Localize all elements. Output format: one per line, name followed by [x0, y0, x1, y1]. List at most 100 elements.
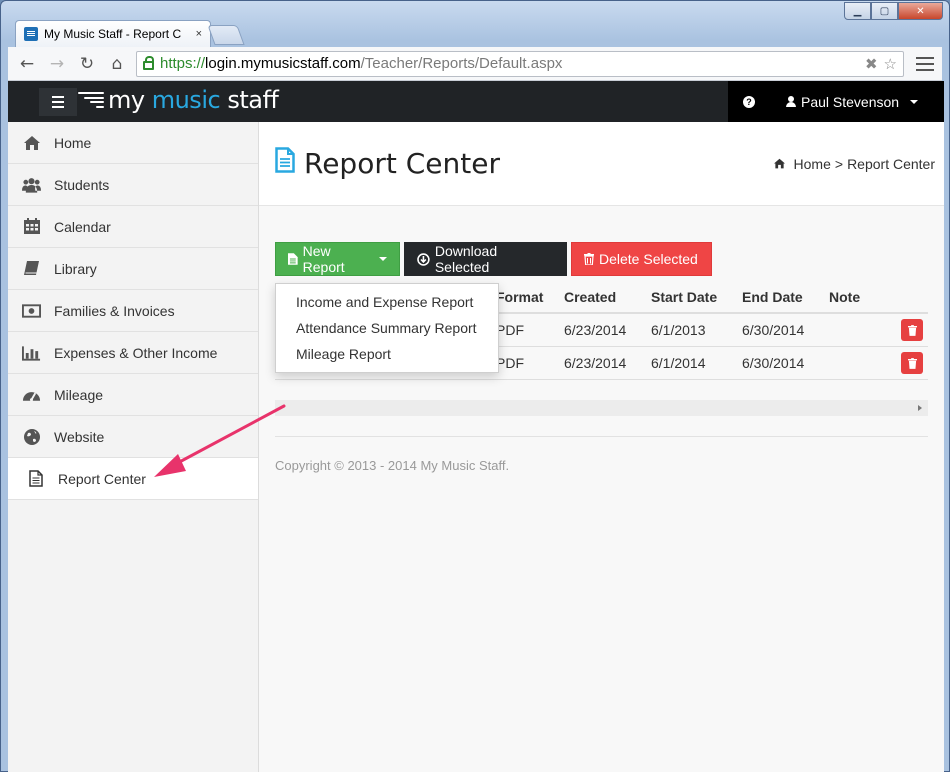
url-text: https://login.mymusicstaff.com/Teacher/R… — [160, 55, 563, 72]
money-icon — [22, 302, 41, 319]
lock-icon — [143, 55, 154, 70]
users-icon — [22, 176, 41, 193]
sidebar-item-mileage[interactable]: Mileage — [8, 374, 258, 416]
back-button[interactable]: ← — [16, 53, 38, 75]
sidebar-item-label: Mileage — [54, 386, 104, 403]
title-bar: My Music Staff - Report C × ▁ ▢ ✕ — [1, 1, 949, 47]
question-icon: ? — [743, 95, 755, 108]
top-navbar: my music staff ? Paul Stevenson — [8, 81, 944, 122]
menu-item-attendance-summary-report[interactable]: Attendance Summary Report — [276, 315, 498, 341]
sidebar-item-label: Home — [54, 134, 92, 151]
reload-button[interactable]: ↻ — [76, 53, 98, 75]
sidebar-item-label: Library — [54, 260, 97, 277]
user-name: Paul Stevenson — [801, 93, 900, 110]
sidebar-item-label: Families & Invoices — [54, 302, 175, 319]
caret-down-icon — [379, 257, 387, 261]
trash-icon — [907, 357, 917, 369]
cell-end-date: 6/30/2014 — [742, 322, 805, 338]
calendar-icon — [22, 218, 41, 235]
new-report-dropdown: Income and Expense Report Attendance Sum… — [275, 283, 499, 373]
sidebar-item-library[interactable]: Library — [8, 248, 258, 290]
file-icon — [26, 470, 45, 487]
cell-end-date: 6/30/2014 — [742, 355, 805, 371]
breadcrumb: Home > Report Center — [773, 156, 935, 172]
page-header: Report Center Home > Report Center — [259, 122, 944, 206]
header-start-date[interactable]: Start Date — [651, 282, 717, 312]
home-button[interactable]: ⌂ — [106, 53, 128, 75]
header-end-date[interactable]: End Date — [742, 282, 803, 312]
tab-title: My Music Staff - Report C — [44, 27, 182, 41]
forward-button[interactable]: → — [46, 53, 68, 75]
sidebar-item-report-center[interactable]: Report Center — [8, 458, 258, 500]
cell-created: 6/23/2014 — [564, 355, 627, 371]
cell-created: 6/23/2014 — [564, 322, 627, 338]
caret-down-icon — [910, 99, 919, 104]
window-controls: ▁ ▢ ✕ — [844, 2, 943, 20]
row-delete-button[interactable] — [901, 314, 923, 346]
sidebar-item-website[interactable]: Website — [8, 416, 258, 458]
sidebar-item-label: Calendar — [54, 218, 111, 235]
breadcrumb-home-link[interactable]: Home — [794, 156, 831, 172]
tab-close-icon[interactable]: × — [196, 28, 202, 40]
sidebar-item-families-invoices[interactable]: Families & Invoices — [8, 290, 258, 332]
extension-icon[interactable]: ✖ — [865, 55, 878, 73]
browser-tab[interactable]: My Music Staff - Report C × — [15, 20, 211, 47]
breadcrumb-home-icon[interactable] — [773, 156, 786, 172]
bar-chart-icon — [22, 344, 41, 361]
footer-divider — [275, 436, 928, 437]
cell-start-date: 6/1/2013 — [651, 322, 706, 338]
sidebar-item-calendar[interactable]: Calendar — [8, 206, 258, 248]
new-tab-button[interactable] — [207, 25, 245, 45]
header-format[interactable]: Format — [496, 282, 543, 312]
site-favicon-icon — [24, 27, 38, 41]
cell-format: PDF — [496, 322, 524, 338]
delete-selected-button[interactable]: Delete Selected — [571, 242, 712, 276]
menu-item-mileage-report[interactable]: Mileage Report — [276, 341, 498, 367]
sidebar-item-label: Expenses & Other Income — [54, 344, 218, 361]
close-window-button[interactable]: ✕ — [898, 2, 943, 20]
table-horizontal-scrollbar[interactable] — [275, 400, 928, 416]
page-title: Report Center — [275, 147, 500, 180]
row-delete-button[interactable] — [901, 347, 923, 379]
address-bar[interactable]: https://login.mymusicstaff.com/Teacher/R… — [136, 50, 904, 77]
minimize-button[interactable]: ▁ — [844, 2, 871, 20]
breadcrumb-separator: > — [834, 156, 844, 172]
web-page: my music staff ? Paul Stevenson Home Stu… — [8, 81, 944, 772]
download-icon — [417, 252, 430, 266]
help-button[interactable]: ? — [728, 81, 770, 122]
globe-icon — [22, 428, 41, 445]
header-note[interactable]: Note — [829, 282, 860, 312]
app-logo[interactable]: my music staff — [78, 86, 279, 114]
copyright-text: Copyright © 2013 - 2014 My Music Staff. — [275, 458, 510, 473]
browser-menu-icon[interactable] — [916, 56, 934, 71]
book-icon — [22, 260, 41, 277]
breadcrumb-current: Report Center — [847, 156, 935, 172]
file-icon — [288, 253, 298, 265]
home-icon — [22, 134, 41, 151]
sidebar-item-expenses[interactable]: Expenses & Other Income — [8, 332, 258, 374]
cell-start-date: 6/1/2014 — [651, 355, 706, 371]
file-text-icon — [275, 147, 295, 180]
browser-window: My Music Staff - Report C × ▁ ▢ ✕ ← → ↻ … — [0, 0, 950, 772]
bookmark-star-icon[interactable]: ☆ — [884, 55, 897, 73]
sidebar-toggle-button[interactable] — [39, 88, 77, 116]
user-menu-button[interactable]: Paul Stevenson — [770, 81, 944, 122]
sidebar-item-home[interactable]: Home — [8, 122, 258, 164]
menu-item-income-expense-report[interactable]: Income and Expense Report — [276, 289, 498, 315]
new-report-button[interactable]: New Report — [275, 242, 400, 276]
dashboard-icon — [22, 386, 41, 403]
sidebar-item-label: Students — [54, 176, 110, 193]
header-created[interactable]: Created — [564, 282, 616, 312]
scroll-right-arrow-icon[interactable] — [918, 405, 922, 411]
sidebar-item-label: Report Center — [58, 470, 146, 487]
trash-icon — [907, 324, 917, 336]
sidebar-item-students[interactable]: Students — [8, 164, 258, 206]
trash-icon — [584, 253, 594, 265]
report-actions: New Report Download Selected Delete Sele… — [275, 242, 712, 276]
sidebar-item-label: Website — [54, 428, 105, 445]
maximize-button[interactable]: ▢ — [871, 2, 898, 20]
logo-lines-icon — [78, 92, 104, 108]
download-selected-button[interactable]: Download Selected — [404, 242, 567, 276]
user-icon — [786, 96, 796, 107]
cell-format: PDF — [496, 355, 524, 371]
